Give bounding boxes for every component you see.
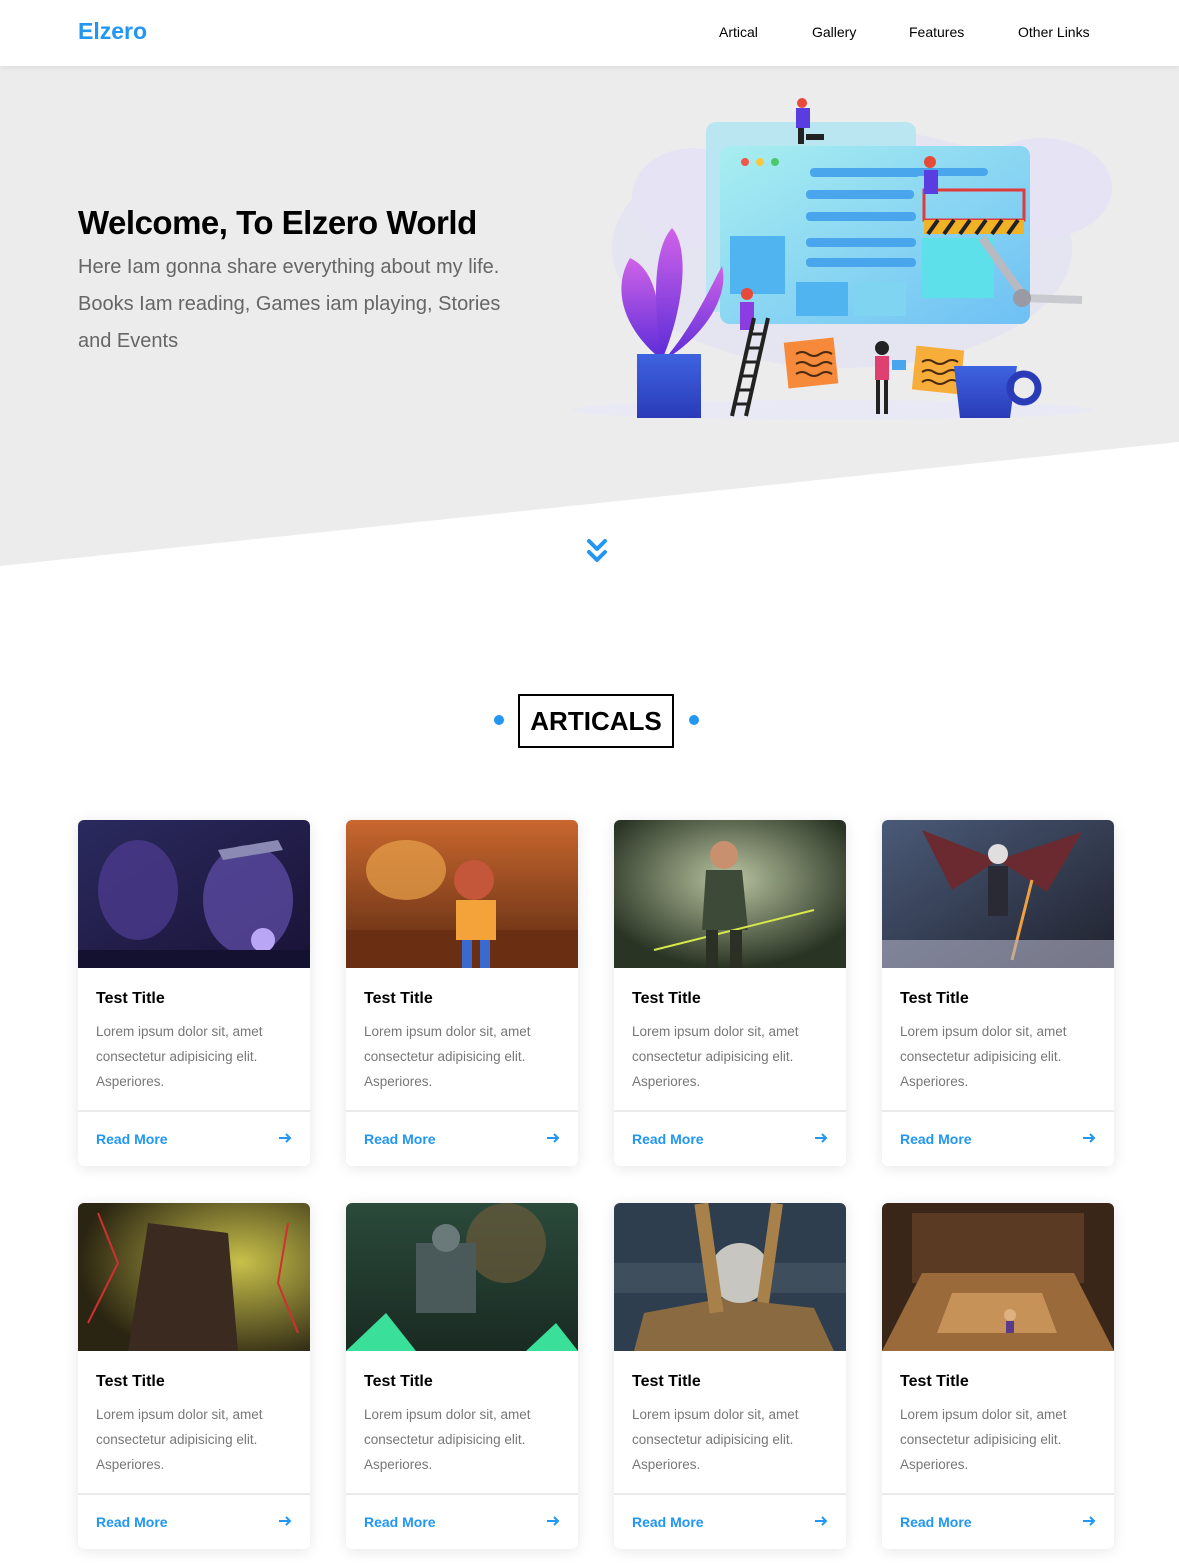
card-text: Lorem ipsum dolor sit, amet consectetur … [632,1024,799,1089]
card-text: Lorem ipsum dolor sit, amet consectetur … [900,1024,1067,1089]
dot-icon [689,715,699,725]
card-image-winged-warrior [882,820,1114,968]
nav-link-features[interactable]: Features [909,24,964,40]
card-image-stone-sphere [614,1203,846,1351]
article-card: Test Title Lorem ipsum dolor sit, amet c… [78,820,310,1166]
read-more-link[interactable]: Read More [96,1514,168,1530]
card-divider [882,1110,1114,1112]
card-image-dark-knight [78,1203,310,1351]
main-nav: Artical Gallery Features Other Links [0,24,1179,44]
site-header: Elzero Artical Gallery Features Other Li… [0,0,1179,66]
card-image-fantasy-knight [78,820,310,968]
card-divider [78,1493,310,1495]
card-title: Test Title [900,990,969,1007]
dot-icon [494,715,504,725]
read-more-link[interactable]: Read More [632,1131,704,1147]
card-title: Test Title [96,1373,165,1390]
card-divider [78,1110,310,1112]
read-more-link[interactable]: Read More [632,1514,704,1530]
arrow-right-icon[interactable] [278,1514,292,1528]
arrow-right-icon[interactable] [814,1514,828,1528]
card-text: Lorem ipsum dolor sit, amet consectetur … [900,1407,1067,1472]
article-card: Test Title Lorem ipsum dolor sit, amet c… [346,820,578,1166]
card-title: Test Title [632,1373,701,1390]
arrow-right-icon[interactable] [814,1131,828,1145]
card-title: Test Title [632,990,701,1007]
article-card: Test Title Lorem ipsum dolor sit, amet c… [614,820,846,1166]
nav-link-other-links[interactable]: Other Links [1018,24,1090,40]
read-more-link[interactable]: Read More [364,1514,436,1530]
card-divider [614,1110,846,1112]
arrow-right-icon[interactable] [546,1131,560,1145]
card-divider [614,1493,846,1495]
card-image-cartoon-character [346,820,578,968]
hero-description: Here Iam gonna share everything about my… [78,256,501,352]
arrow-right-icon[interactable] [1082,1514,1096,1528]
nav-link-gallery[interactable]: Gallery [812,24,856,40]
section-title: ARTICALS [518,694,674,748]
articles-section-header: ARTICALS [0,694,1179,748]
card-text: Lorem ipsum dolor sit, amet consectetur … [96,1407,263,1472]
article-card: Test Title Lorem ipsum dolor sit, amet c… [346,1203,578,1549]
article-card: Test Title Lorem ipsum dolor sit, amet c… [882,820,1114,1166]
card-image-green-robot [346,1203,578,1351]
card-text: Lorem ipsum dolor sit, amet consectetur … [364,1407,531,1472]
card-text: Lorem ipsum dolor sit, amet consectetur … [632,1407,799,1472]
hero-title: Welcome, To Elzero World [78,204,477,241]
arrow-right-icon[interactable] [278,1131,292,1145]
card-title: Test Title [96,990,165,1007]
card-image-archer-woman [614,820,846,968]
article-card: Test Title Lorem ipsum dolor sit, amet c… [614,1203,846,1549]
article-card: Test Title Lorem ipsum dolor sit, amet c… [78,1203,310,1549]
card-text: Lorem ipsum dolor sit, amet consectetur … [364,1024,531,1089]
card-title: Test Title [364,990,433,1007]
read-more-link[interactable]: Read More [96,1131,168,1147]
web-design-team-illustration [572,98,1112,420]
card-title: Test Title [364,1373,433,1390]
arrow-right-icon[interactable] [1082,1131,1096,1145]
arrow-right-icon[interactable] [546,1514,560,1528]
card-image-wooden-room [882,1203,1114,1351]
double-chevron-down-icon[interactable] [584,538,610,566]
nav-link-artical[interactable]: Artical [719,24,758,40]
card-text: Lorem ipsum dolor sit, amet consectetur … [96,1024,263,1089]
card-title: Test Title [900,1373,969,1390]
read-more-link[interactable]: Read More [900,1514,972,1530]
card-divider [346,1110,578,1112]
read-more-link[interactable]: Read More [364,1131,436,1147]
read-more-link[interactable]: Read More [900,1131,972,1147]
article-card: Test Title Lorem ipsum dolor sit, amet c… [882,1203,1114,1549]
card-divider [882,1493,1114,1495]
card-divider [346,1493,578,1495]
